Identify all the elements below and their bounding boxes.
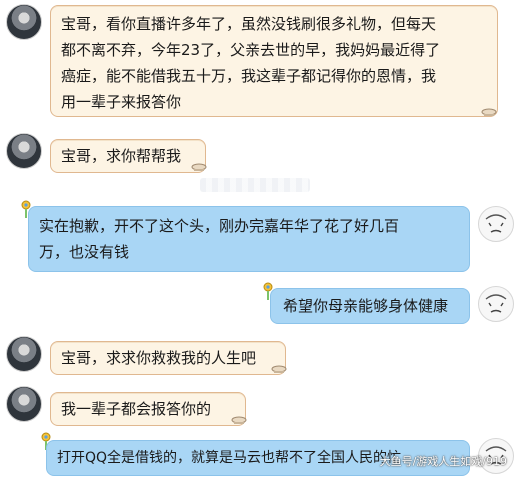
- message-text: 希望你母亲能够身体健康: [283, 297, 449, 315]
- message-text: 宝哥，求你帮帮我: [61, 147, 182, 165]
- sender-avatar[interactable]: [6, 386, 42, 422]
- message-bubble-outgoing[interactable]: 希望你母亲能够身体健康: [270, 288, 470, 324]
- sender-avatar[interactable]: [6, 336, 42, 372]
- sender-avatar[interactable]: [6, 4, 42, 40]
- teacup-icon: [191, 163, 207, 171]
- streamer-avatar[interactable]: [478, 206, 514, 242]
- message-bubble-incoming[interactable]: 我一辈子都会报答你的: [50, 392, 246, 426]
- teacup-icon: [231, 416, 247, 424]
- message-text: 实在抱歉，开不了这个头，刚办完嘉年华了花了好几百 万，也没有钱: [39, 217, 400, 261]
- teacup-icon: [481, 108, 497, 116]
- blurred-timestamp: [200, 178, 310, 192]
- teacup-icon: [271, 365, 287, 373]
- watermark: 大鱼号/游戏人生如戏/919: [379, 455, 507, 468]
- message-text: 宝哥，看你直播许多年了，虽然没钱刷很多礼物，但每天 都不离不弃，今年23了，父亲…: [61, 15, 441, 111]
- message-text: 我一辈子都会报答你的: [61, 400, 212, 418]
- message-bubble-incoming[interactable]: 宝哥，求求你救救我的人生吧: [50, 341, 286, 375]
- message-bubble-incoming[interactable]: 宝哥，求你帮帮我: [50, 139, 206, 173]
- message-bubble-incoming[interactable]: 宝哥，看你直播许多年了，虽然没钱刷很多礼物，但每天 都不离不弃，今年23了，父亲…: [50, 5, 498, 117]
- sender-avatar[interactable]: [6, 133, 42, 169]
- message-bubble-outgoing[interactable]: 实在抱歉，开不了这个头，刚办完嘉年华了花了好几百 万，也没有钱: [28, 206, 470, 272]
- message-text: 宝哥，求求你救救我的人生吧: [61, 349, 257, 367]
- streamer-avatar[interactable]: [478, 286, 514, 322]
